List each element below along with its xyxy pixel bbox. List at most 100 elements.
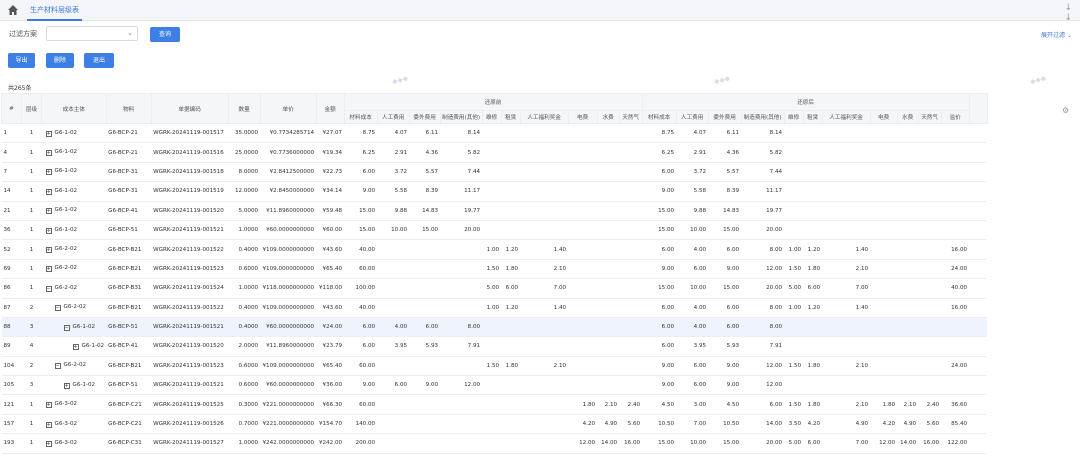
home-icon[interactable] (7, 4, 19, 16)
before-value (440, 433, 483, 454)
sub-header-after[interactable]: 电费 (869, 110, 898, 124)
sub-header-before[interactable]: 电费 (567, 110, 598, 124)
table-row[interactable]: 193 1 + G6-3-02 G6-BCP-C31 WGRK-20241119-0015… (1, 433, 988, 454)
after-value: 20.00 (741, 433, 785, 454)
before-value (409, 239, 441, 260)
cost-subject-cell: + G6-3-02 (41, 433, 107, 454)
sub-header-before[interactable]: 制造费用(其他) (439, 110, 483, 124)
expand-icon[interactable]: + (45, 169, 52, 176)
expand-icon[interactable]: + (45, 130, 52, 137)
table-row[interactable]: 104 2− G6-2-02 G6-BCP-B21 WGRK-20241119-0015… (1, 356, 988, 377)
table-row[interactable]: 7 1 + G6-1-02 G6-BCP-31 WGRK-20241119-001518 8… (1, 162, 988, 183)
sub-header-after[interactable]: 租赁 (802, 110, 823, 124)
table-row[interactable]: 36 1 + G6-1-02 G6-BCP-51 WGRK-20241119-001521… (1, 220, 988, 241)
sub-header-after[interactable]: 制造费用(其他) (740, 110, 785, 124)
column-header[interactable]: 单据编码 (150, 93, 229, 124)
sub-header-before[interactable]: 维修 (481, 110, 502, 124)
collapse-icon[interactable]: − (63, 324, 70, 331)
table-row[interactable]: 105 3 + G6-1-02 G6-BCP-51 WGRK-20241119-00152… (1, 375, 988, 396)
expand-icon[interactable]: + (45, 402, 52, 409)
sub-header-before[interactable]: 租赁 (500, 110, 521, 124)
expand-icon[interactable]: + (45, 266, 52, 273)
table-row[interactable]: 157 1 + G6-3-02 G6-BCP-C21 WGRK-20241119-0015… (1, 414, 988, 435)
table-row[interactable]: 86 1− G6-2-02 G6-BCP-B31 WGRK-20241119-00152… (1, 278, 988, 299)
expand-icon[interactable]: + (72, 343, 79, 350)
sub-header-after[interactable]: 溢价 (940, 110, 970, 124)
after-value: 9.00 (708, 375, 742, 396)
expand-icon[interactable]: + (45, 440, 52, 447)
after-value: 7.00 (676, 414, 709, 435)
sub-header-after[interactable]: 委外费用 (707, 110, 742, 124)
sub-header-after[interactable]: 人工费用 (675, 110, 709, 124)
after-value: 8.00 (741, 317, 785, 338)
before-value (501, 336, 521, 357)
before-value: 6.00 (409, 317, 441, 338)
export-button[interactable]: 导出 (8, 53, 35, 68)
unit-price: ¥109.0000000000 (260, 298, 317, 318)
table-row[interactable]: 14 1 + G6-1-02 G6-BCP-31 WGRK-20241119-001519… (1, 181, 988, 202)
expand-icon[interactable]: + (63, 382, 70, 389)
sub-header-after[interactable]: 材料成本 (641, 110, 677, 124)
table-row[interactable]: 4 1 + G6-1-02 G6-BCP-21 WGRK-20241119-001516 2… (1, 142, 988, 163)
expand-icon[interactable]: + (45, 247, 52, 254)
after-value (870, 317, 898, 338)
table-row[interactable]: 69 1 + G6-2-02 G6-BCP-B21 WGRK-20241119-00152… (1, 259, 988, 280)
before-value: 100.00 (344, 278, 378, 299)
sub-header-after[interactable]: 天然气 (917, 110, 942, 124)
table-row[interactable]: 89 4 + G6-1-02 G6-BCP-41 WGRK-20241119-001520… (1, 336, 988, 357)
column-header[interactable]: 单价 (259, 93, 317, 124)
sub-header-after[interactable]: 水费 (896, 110, 919, 124)
exit-button[interactable]: 退出 (84, 53, 114, 68)
advanced-filter-toggle[interactable]: 展开过滤 ⌄ (1041, 30, 1072, 39)
sub-header-before[interactable]: 人工福利奖金 (519, 110, 569, 124)
sub-header-before[interactable]: 材料成本 (343, 110, 378, 124)
after-value: 5.00 (784, 278, 804, 299)
document-code: WGRK-20241119-001522 (151, 239, 229, 260)
table-row[interactable]: 21 1 + G6-1-02 G6-BCP-41 WGRK-20241119-001520… (1, 201, 988, 221)
table-row[interactable]: 88 3− G6-1-02 G6-BCP-51 WGRK-20241119-001521… (1, 317, 988, 338)
sub-header-before[interactable]: 人工费用 (376, 110, 410, 124)
cost-subject: G6-1-02 (72, 323, 96, 330)
after-value: 3.00 (676, 394, 709, 415)
column-header[interactable]: 数量 (227, 93, 261, 124)
column-header[interactable]: 物料 (105, 93, 152, 124)
table-row[interactable]: 121 1 + G6-3-02 G6-BCP-C21 WGRK-20241119-0015… (1, 394, 988, 415)
row-level: 1 (21, 414, 42, 435)
sub-header-after[interactable]: 维修 (783, 110, 804, 124)
filter-scheme-select[interactable]: ⌄ (46, 26, 138, 41)
delete-button[interactable]: 删除 (46, 53, 74, 68)
column-header[interactable]: 成本主体 (41, 93, 107, 124)
collapse-icon[interactable]: − (45, 285, 52, 292)
expand-icon[interactable]: + (45, 421, 52, 428)
document-code: WGRK-20241119-001524 (151, 278, 229, 299)
settings-gear-icon[interactable]: ⚙ (1062, 106, 1069, 115)
expand-icon[interactable]: + (45, 188, 52, 195)
expand-icon[interactable]: + (45, 150, 52, 157)
table-row[interactable]: 1 1 + G6-1-02 G6-BCP-21 WGRK-20241119-001517 3… (1, 123, 988, 144)
collapse-icon[interactable]: − (54, 305, 61, 312)
after-value (822, 220, 871, 241)
quantity: 12.0000 (228, 181, 261, 202)
cost-subject: G6-2-02 (63, 304, 87, 311)
table-row[interactable]: 52 1 + G6-2-02 G6-BCP-B21 WGRK-20241119-00152… (1, 239, 988, 260)
query-button[interactable]: 查询 (150, 27, 180, 42)
sub-header-before[interactable]: 委外费用 (408, 110, 441, 124)
column-header[interactable]: 金额 (315, 93, 345, 124)
cost-subject-cell: − G6-2-02 (41, 356, 107, 377)
material-code: G6-BCP-51 (106, 375, 152, 396)
sub-header-before[interactable]: 水费 (596, 110, 620, 124)
table-row[interactable]: 87 2− G6-2-02 G6-BCP-B21 WGRK-20241119-00152… (1, 298, 988, 318)
column-header[interactable]: 层级 (21, 93, 42, 124)
filter-scheme-label: 过滤方案 (9, 30, 37, 38)
row-index: 4 (1, 142, 22, 163)
sub-header-before[interactable]: 天然气 (618, 110, 643, 124)
collapse-icon[interactable]: − (54, 363, 61, 370)
expand-icon[interactable]: + (45, 208, 52, 215)
material-code: G6-BCP-B21 (106, 298, 152, 318)
tab-production-material-hierarchy[interactable]: 生产材料层级表 (27, 0, 82, 21)
amount: ¥65.40 (316, 259, 345, 280)
expand-icon[interactable]: + (45, 227, 52, 234)
column-header[interactable]: # (1, 93, 22, 124)
sub-header-after[interactable]: 人工福利奖金 (821, 110, 871, 124)
double-chevron-down-icon[interactable]: ↓ ↓ (1064, 3, 1072, 23)
